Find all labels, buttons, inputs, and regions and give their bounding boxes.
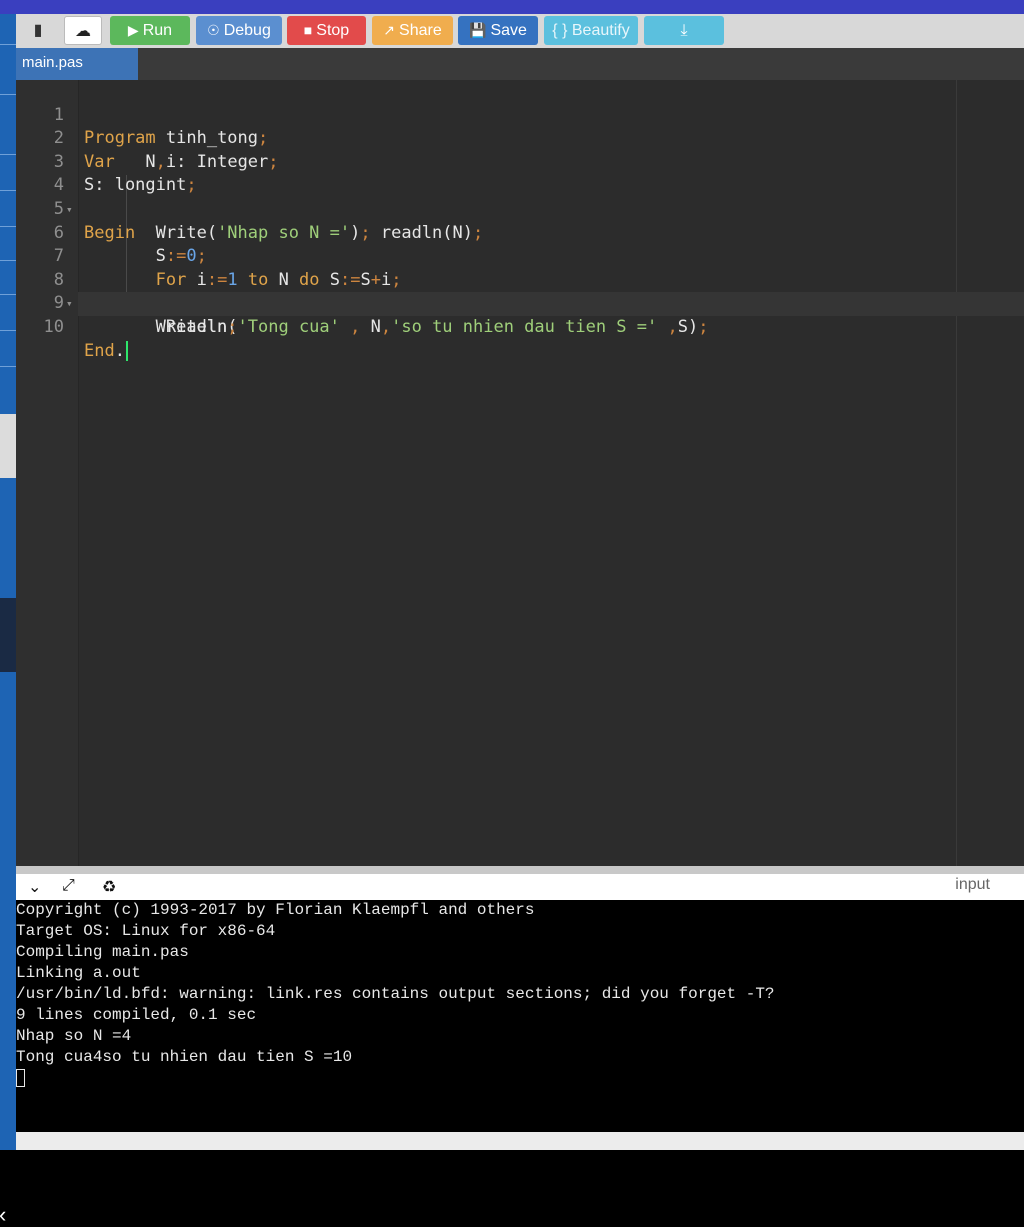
share-button[interactable]: ↗ Share bbox=[372, 16, 453, 45]
rail-divider bbox=[0, 94, 16, 95]
code-line: 8 ▾ Writeln('Tong cua' , N,'so tu nhien … bbox=[16, 245, 1024, 337]
terminal-line: 9 lines compiled, 0.1 sec bbox=[16, 1006, 257, 1024]
terminal-line: Linking a.out bbox=[16, 964, 141, 982]
code-text: End. bbox=[84, 340, 128, 364]
code-line: 9 Readln; bbox=[16, 269, 1024, 337]
run-button[interactable]: ▶ Run bbox=[110, 16, 190, 45]
terminal-line: /usr/bin/ld.bfd: warning: link.res conta… bbox=[16, 985, 775, 1003]
new-file-button[interactable]: ▮ bbox=[20, 16, 56, 45]
terminal-prompt[interactable] bbox=[16, 1068, 1024, 1089]
debug-button[interactable]: ☉ Debug bbox=[196, 16, 282, 45]
terminal-line: Compiling main.pas bbox=[16, 943, 189, 961]
left-side-rail: ‹ bbox=[0, 14, 16, 1226]
output-toolbar: ⌄ ⤢ ♻ input bbox=[16, 874, 1024, 900]
rail-collapse-handle[interactable]: ‹ bbox=[0, 598, 16, 1226]
panel-splitter[interactable] bbox=[16, 866, 1024, 874]
download-button[interactable]: ⤓ bbox=[644, 16, 724, 45]
status-strip bbox=[16, 1132, 1024, 1150]
code-line: 3 S: longint; bbox=[16, 127, 1024, 196]
code-line: 6 S:=0; bbox=[16, 198, 1024, 267]
new-file-icon: ▮ bbox=[33, 22, 43, 39]
output-terminal[interactable]: Copyright (c) 1993-2017 by Florian Klaem… bbox=[16, 900, 1024, 1132]
download-icon: ⤓ bbox=[680, 22, 688, 39]
clear-output-icon[interactable]: ♻ bbox=[102, 877, 116, 897]
terminal-line: Target OS: Linux for x86-64 bbox=[16, 922, 276, 940]
file-tab-bar: main.pas bbox=[16, 48, 1024, 80]
save-button[interactable]: 💾 Save bbox=[458, 16, 538, 45]
rail-scroll-thumb[interactable] bbox=[0, 414, 16, 478]
code-editor[interactable]: 1 Program tinh_tong; 2 Var N,i: Integer;… bbox=[16, 80, 1024, 866]
code-line: 7 For i:=1 to N do S:=S+i; bbox=[16, 222, 1024, 290]
rail-divider bbox=[0, 330, 16, 331]
code-text: Readln; bbox=[84, 316, 238, 337]
run-button-label: Run bbox=[142, 22, 173, 39]
save-icon: 💾 bbox=[469, 22, 487, 38]
code-line: 5 Write('Nhap so N ='); readln(N); bbox=[16, 174, 1024, 243]
upload-icon: ☁ bbox=[75, 23, 91, 40]
chevron-left-icon[interactable]: ‹ bbox=[0, 1204, 6, 1226]
beautify-button[interactable]: { } Beautify bbox=[544, 16, 638, 45]
window-top-bar bbox=[0, 0, 1024, 14]
stop-button[interactable]: ■ Stop bbox=[287, 16, 366, 45]
rail-divider bbox=[0, 260, 16, 261]
terminal-line: Nhap so N =4 bbox=[16, 1027, 132, 1045]
save-button-label: Save bbox=[490, 22, 527, 39]
terminal-cursor bbox=[16, 1068, 25, 1087]
code-line: 10 End. bbox=[16, 292, 1024, 361]
play-icon: ▶ bbox=[127, 22, 139, 38]
code-line: 4 ▾ Begin bbox=[16, 151, 1024, 242]
code-line: 2 Var N,i: Integer; bbox=[16, 104, 1024, 172]
code-line: 1 Program tinh_tong; bbox=[16, 80, 1024, 149]
stop-icon: ■ bbox=[303, 22, 313, 38]
beautify-button-label: { } Beautify bbox=[552, 22, 630, 39]
rail-divider bbox=[0, 154, 16, 155]
input-label[interactable]: input bbox=[955, 876, 990, 894]
editor-toolbar: ▮ ☁ ▶ Run ☉ Debug ■ Stop ↗ Share 💾 Save { } B… bbox=[16, 14, 1024, 48]
terminal-line: Tong cua4so tu nhien dau tien S =10 bbox=[16, 1048, 353, 1066]
line-number: 10 bbox=[43, 316, 64, 337]
share-button-label: Share bbox=[399, 22, 442, 39]
rail-divider bbox=[0, 366, 16, 367]
tab-main-pas[interactable]: main.pas bbox=[16, 48, 138, 80]
upload-button[interactable]: ☁ bbox=[64, 16, 102, 45]
rail-divider bbox=[0, 294, 16, 295]
debug-icon: ☉ bbox=[207, 22, 220, 38]
expand-icon[interactable]: ⤢ bbox=[62, 877, 75, 895]
rail-divider bbox=[0, 226, 16, 227]
stop-button-label: Stop bbox=[316, 22, 350, 39]
share-icon: ↗ bbox=[383, 22, 396, 38]
rail-divider bbox=[0, 190, 16, 191]
debug-button-label: Debug bbox=[223, 22, 271, 39]
rail-divider bbox=[0, 44, 16, 45]
terminal-line: Copyright (c) 1993-2017 by Florian Klaem… bbox=[16, 901, 535, 919]
text-cursor bbox=[125, 340, 128, 361]
chevron-down-icon[interactable]: ⌄ bbox=[28, 877, 41, 897]
